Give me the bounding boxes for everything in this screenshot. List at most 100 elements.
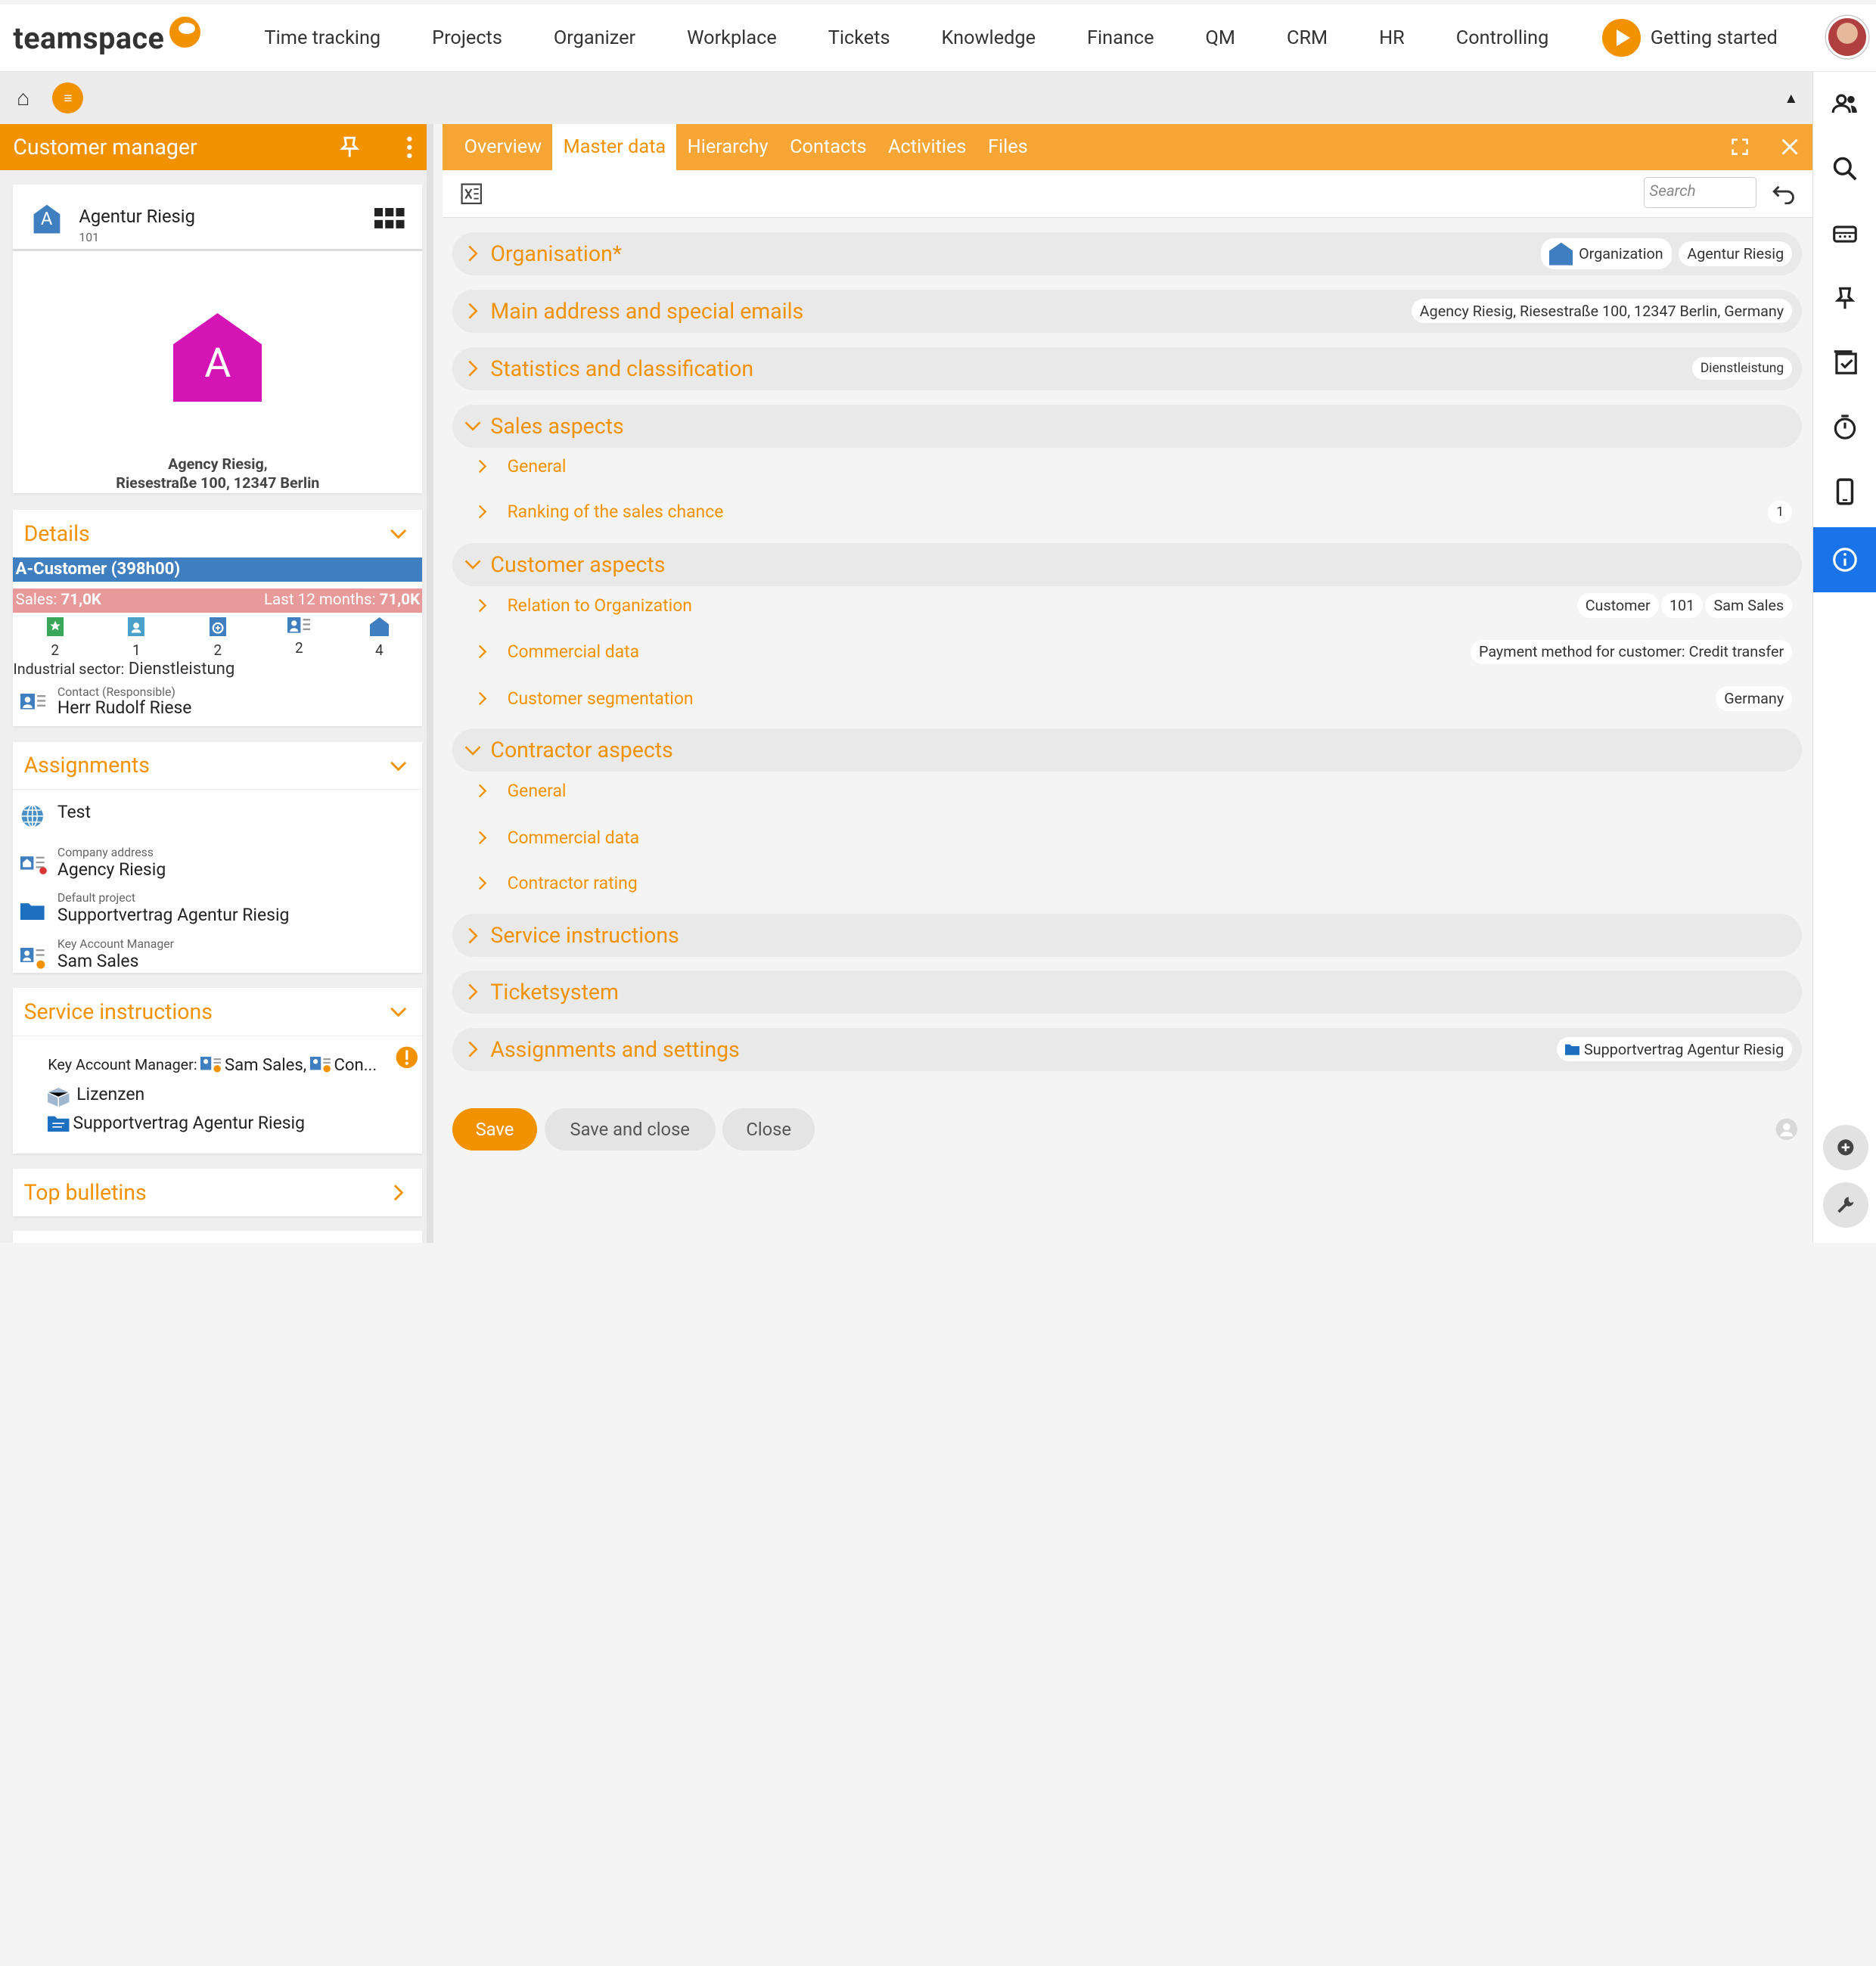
nav-finance[interactable]: Finance <box>1087 27 1154 49</box>
pin-icon[interactable] <box>1813 266 1876 330</box>
section-service-instructions[interactable]: Service instructions <box>452 914 1802 958</box>
service-instructions-header[interactable]: Service instructions <box>13 988 423 1036</box>
chevron-right-icon[interactable] <box>389 1183 408 1202</box>
inbox-icon[interactable] <box>1813 201 1876 266</box>
subsection-sales-ranking[interactable]: Ranking of the sales chance 1 <box>467 490 1802 533</box>
chip-relation-type: Customer <box>1576 593 1659 618</box>
details-header[interactable]: Details <box>13 510 422 557</box>
chevron-right-icon <box>468 245 478 262</box>
service-instructions-card: Service instructions Key Account Manager… <box>13 988 423 1154</box>
nav-hr[interactable]: HR <box>1379 27 1405 49</box>
nav-controlling[interactable]: Controlling <box>1456 27 1549 49</box>
count-item-contact[interactable]: 1 <box>128 617 145 659</box>
people-icon[interactable] <box>1813 72 1876 136</box>
home-icon[interactable]: ⌂ <box>17 85 30 111</box>
nav-organizer[interactable]: Organizer <box>554 27 635 49</box>
count-item-person[interactable]: 2 <box>287 617 312 657</box>
save-button[interactable]: Save <box>452 1107 538 1151</box>
excel-export-icon[interactable] <box>461 183 482 204</box>
search-input[interactable]: Search <box>1644 177 1756 209</box>
assignments-header[interactable]: Assignments <box>13 742 423 790</box>
subsection-commercial[interactable]: Commercial data Payment method for custo… <box>467 630 1802 673</box>
expand-icon[interactable] <box>1731 138 1748 156</box>
last12-text: Last 12 months: 71,0K <box>264 589 420 613</box>
chevron-down-icon[interactable] <box>389 756 408 775</box>
nav-workplace[interactable]: Workplace <box>687 27 777 49</box>
count-item-star[interactable]: 2 <box>46 617 64 659</box>
section-contractor-aspects[interactable]: Contractor aspects <box>452 728 1802 772</box>
nav-crm[interactable]: CRM <box>1287 27 1328 49</box>
close-icon[interactable] <box>1781 138 1798 156</box>
tab-overview[interactable]: Overview <box>453 124 552 169</box>
teamspace-logo[interactable]: teamspace <box>13 16 252 56</box>
tab-activities[interactable]: Activities <box>877 124 977 169</box>
master-data-panel: Overview Master data Hierarchy Contacts … <box>443 124 1813 1244</box>
wrench-icon[interactable] <box>1822 1182 1868 1228</box>
subsection-sales-general[interactable]: General <box>467 445 1802 488</box>
assignment-test[interactable]: Test <box>57 802 91 822</box>
pin-icon[interactable] <box>339 135 360 165</box>
section-customer-aspects[interactable]: Customer aspects <box>452 543 1802 586</box>
org-address: Agency Riesig, Riesestraße 100, 12347 Be… <box>13 455 422 493</box>
search-icon[interactable] <box>1813 136 1876 200</box>
undo-icon[interactable] <box>1772 183 1796 205</box>
subsection-contractor-rating[interactable]: Contractor rating <box>467 862 1802 905</box>
nav-tickets[interactable]: Tickets <box>828 27 890 49</box>
mobile-icon[interactable] <box>1813 459 1876 523</box>
nav-projects[interactable]: Projects <box>432 27 502 49</box>
section-sales-aspects[interactable]: Sales aspects <box>452 404 1802 448</box>
user-avatar[interactable] <box>1825 15 1869 59</box>
tab-files[interactable]: Files <box>977 124 1039 169</box>
section-main-address[interactable]: Main address and special emails Agency R… <box>452 289 1802 333</box>
customer-manager-panel: Customer manager A Agentur Riesig 101 A … <box>0 124 433 1244</box>
nav-time-tracking[interactable]: Time tracking <box>265 27 381 49</box>
tab-hierarchy[interactable]: Hierarchy <box>676 124 778 169</box>
count-item-project[interactable]: 2 <box>209 617 226 659</box>
getting-started-link[interactable]: Getting started <box>1602 18 1778 57</box>
subsection-contractor-commercial[interactable]: Commercial data <box>467 816 1802 859</box>
chip-address: Agency Riesig, Riesestraße 100, 12347 Be… <box>1411 298 1793 324</box>
tab-master-data[interactable]: Master data <box>552 124 677 170</box>
service-item-support-contract[interactable]: Supportvertrag Agentur Riesig <box>73 1113 305 1133</box>
tab-contacts[interactable]: Contacts <box>779 124 877 169</box>
nav-qm[interactable]: QM <box>1206 27 1236 49</box>
subsection-contractor-general[interactable]: General <box>467 769 1802 812</box>
subsection-segmentation[interactable]: Customer segmentation Germany <box>467 677 1802 720</box>
user-circle-icon[interactable] <box>1775 1117 1799 1141</box>
person-card-icon <box>200 1056 222 1073</box>
caret-up-icon[interactable]: ▲ <box>1784 89 1798 107</box>
assignment-default-project[interactable]: Default project Supportvertrag Agentur R… <box>57 890 290 925</box>
stopwatch-icon[interactable] <box>1813 395 1876 459</box>
assignment-key-account-manager[interactable]: Key Account Manager Sam Sales <box>57 936 174 971</box>
section-assignments-settings[interactable]: Assignments and settings Supportvertrag … <box>452 1027 1802 1071</box>
menu-icon[interactable]: ≡ <box>52 82 84 114</box>
warning-icon[interactable] <box>395 1045 419 1070</box>
responsible-contact[interactable]: Contact (Responsible) Herr Rudolf Riese <box>57 685 192 718</box>
info-icon[interactable] <box>1813 527 1876 592</box>
section-organisation[interactable]: Organisation* Organization Agentur Riesi… <box>452 231 1802 275</box>
section-title: Service instructions <box>490 923 679 949</box>
sales-value: 71,0K <box>61 591 101 610</box>
organization-header[interactable]: A Agentur Riesig 101 <box>13 185 423 252</box>
section-ticketsystem[interactable]: Ticketsystem <box>452 970 1802 1014</box>
add-circle-icon[interactable] <box>1822 1124 1868 1170</box>
service-kam-line[interactable]: Key Account Manager: Sam Sales, Con... <box>48 1055 377 1075</box>
top-bulletins-card[interactable]: Top bulletins <box>13 1169 423 1217</box>
task-checklist-icon[interactable] <box>1813 331 1876 395</box>
service-item-lizenzen[interactable]: Lizenzen <box>76 1084 144 1104</box>
top-bulletins-header[interactable]: Top bulletins <box>13 1169 422 1216</box>
assignment-company-address[interactable]: Company address Agency Riesig <box>57 845 166 880</box>
chevron-down-icon[interactable] <box>389 1002 408 1021</box>
save-and-close-button[interactable]: Save and close <box>544 1107 716 1151</box>
more-options-icon[interactable] <box>405 135 415 165</box>
close-button[interactable]: Close <box>722 1107 815 1151</box>
package-icon <box>48 1087 70 1107</box>
chevron-down-icon[interactable] <box>389 524 408 543</box>
nav-knowledge[interactable]: Knowledge <box>942 27 1036 49</box>
section-summary: Agency Riesig, Riesestraße 100, 12347 Be… <box>1411 290 1793 333</box>
grid-apps-icon[interactable] <box>374 208 405 229</box>
subsection-relation[interactable]: Relation to Organization Customer 101 Sa… <box>467 584 1802 627</box>
section-title: Ticketsystem <box>490 979 619 1005</box>
section-statistics[interactable]: Statistics and classification Dienstleis… <box>452 346 1802 390</box>
count-item-organization[interactable]: 4 <box>369 617 389 659</box>
